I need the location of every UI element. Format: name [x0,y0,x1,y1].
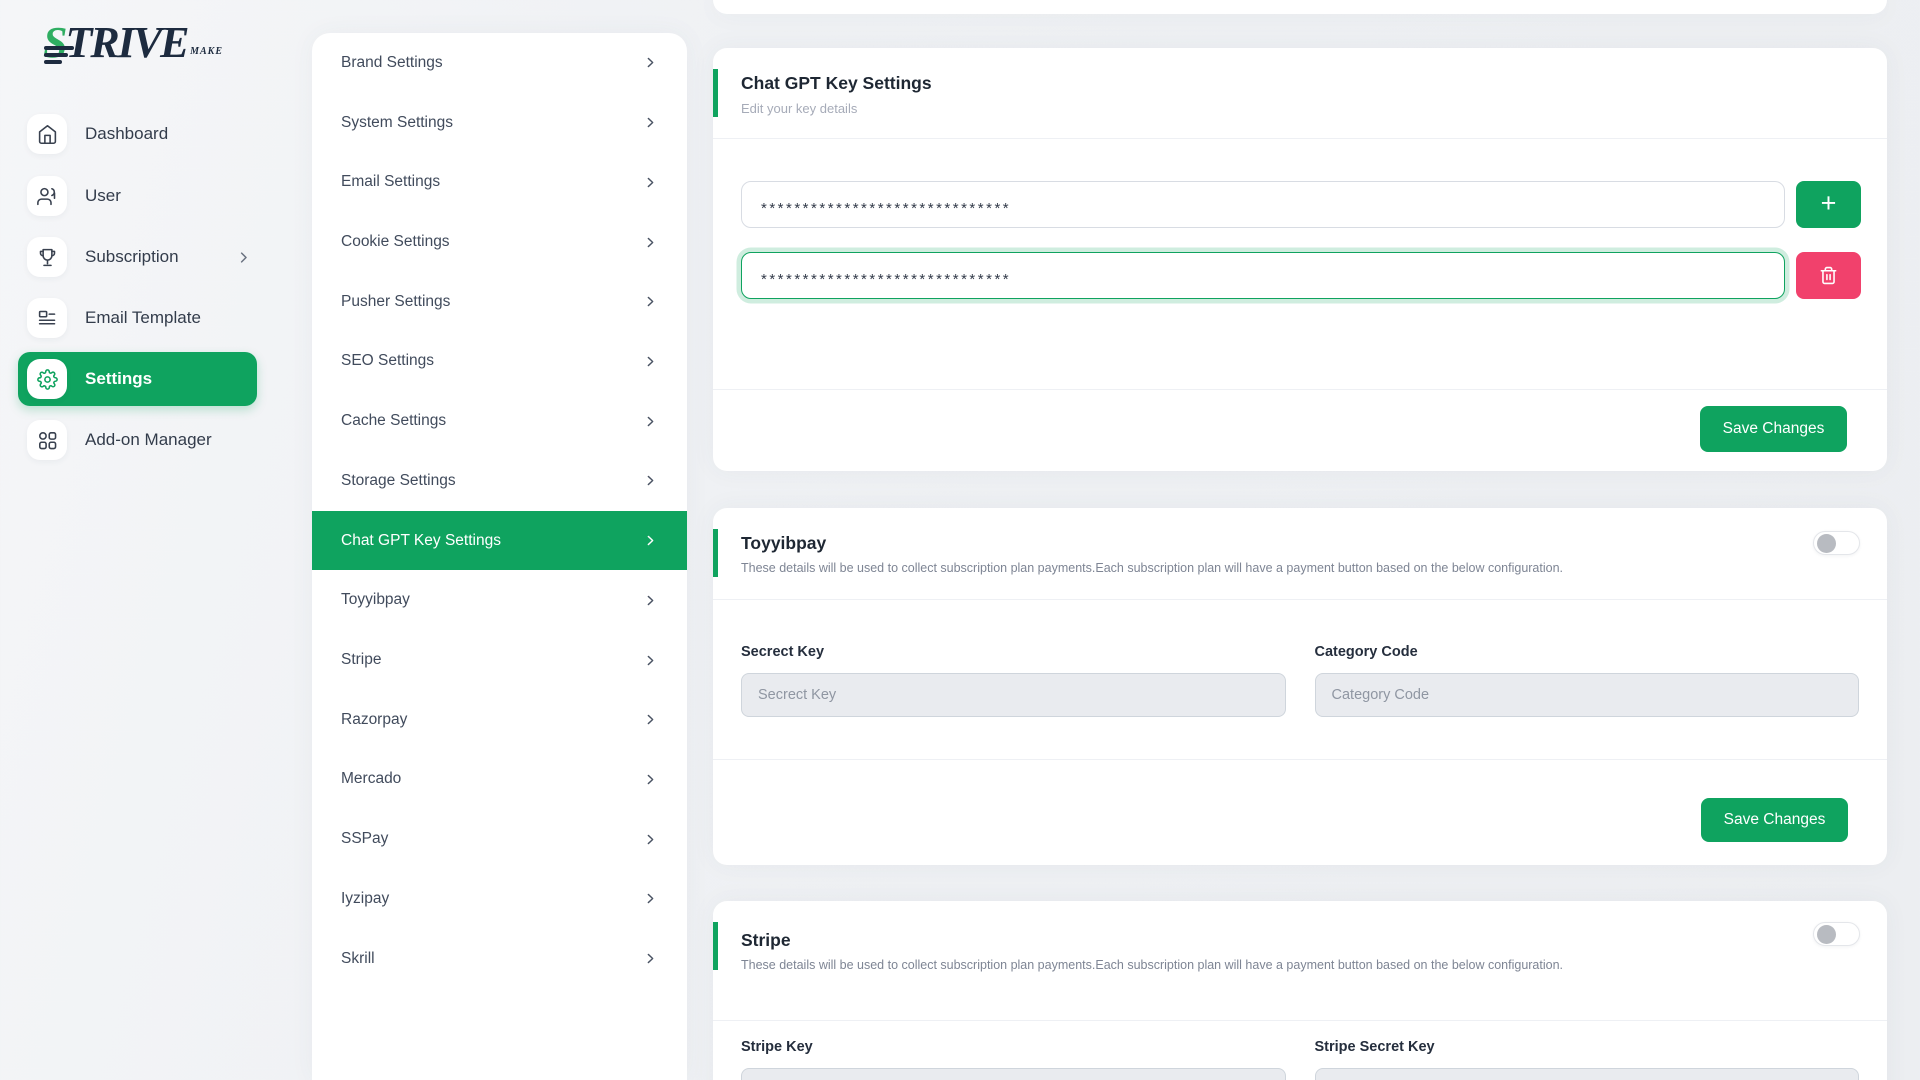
chevron-right-icon [644,952,657,965]
users-icon [27,176,67,216]
template-icon [27,298,67,338]
save-changes-button[interactable]: Save Changes [1701,798,1848,842]
home-icon [27,114,67,154]
logo-text: TRIVE [65,18,187,67]
chevron-right-icon [644,713,657,726]
menu-item-skrill[interactable]: Skrill [312,929,687,989]
grid-icon [27,420,67,460]
field-label: Stripe Secret Key [1315,1039,1860,1055]
trash-icon [1819,266,1838,285]
chevron-right-icon [644,295,657,308]
chevron-right-icon [644,415,657,428]
card-description: These details will be used to collect su… [741,561,1856,575]
field-label: Secrect Key [741,644,1286,660]
api-key-input-2[interactable] [741,252,1785,299]
chatgpt-key-settings-card: Chat GPT Key Settings Edit your key deta… [713,48,1887,471]
api-key-row [741,252,1861,299]
menu-item-cache-settings[interactable]: Cache Settings [312,391,687,451]
toggle-knob [1817,925,1836,944]
logo-tagline: MAKE [190,25,223,79]
menu-item-email-settings[interactable]: Email Settings [312,152,687,212]
delete-key-button[interactable] [1796,252,1861,299]
divider [713,389,1887,390]
chevron-right-icon [644,176,657,189]
menu-item-sspay[interactable]: SSPay [312,809,687,869]
gear-icon [27,359,67,399]
card-accent-bar [713,922,718,970]
toyyibpay-toggle[interactable] [1813,531,1860,555]
sidebar-item-label: Subscription [85,247,179,267]
card-description: These details will be used to collect su… [741,958,1856,972]
logo-stripe [44,53,68,57]
sidebar-item-label: Settings [85,369,152,389]
sidebar-item-dashboard[interactable]: Dashboard [0,103,287,165]
toyyibpay-card: Toyyibpay These details will be used to … [713,508,1887,865]
chevron-right-icon [644,892,657,905]
trophy-icon [27,237,67,277]
card-title: Chat GPT Key Settings [741,73,1856,94]
chevron-right-icon [644,56,657,69]
logo-stripe [44,60,62,64]
chevron-right-icon [644,773,657,786]
menu-item-mercado[interactable]: Mercado [312,750,687,810]
previous-card-remnant [713,0,1887,14]
chevron-right-icon [644,236,657,249]
stripe-card: Stripe These details will be used to col… [713,901,1887,1080]
menu-item-seo-settings[interactable]: SEO Settings [312,332,687,392]
sidebar-item-label: Dashboard [85,124,168,144]
divider [713,138,1887,139]
brand-logo[interactable]: STRIVE MAKE [43,16,225,74]
menu-item-cookie-settings[interactable]: Cookie Settings [312,212,687,272]
sidebar-item-email-template[interactable]: Email Template [0,287,287,349]
stripe-key-input[interactable] [741,1068,1286,1080]
category-code-input[interactable] [1315,673,1860,717]
menu-item-chat-gpt-key-settings[interactable]: Chat GPT Key Settings [312,511,687,571]
sidebar: STRIVE MAKE Dashboard User Subscription [0,0,287,1080]
sidebar-item-addon-manager[interactable]: Add-on Manager [0,409,287,471]
card-accent-bar [713,69,718,117]
chevron-right-icon [644,116,657,129]
sidebar-item-subscription[interactable]: Subscription [0,226,287,288]
card-title: Toyyibpay [741,533,1856,554]
secret-key-input[interactable] [741,673,1286,717]
sidebar-item-user[interactable]: User [0,165,287,227]
menu-item-pusher-settings[interactable]: Pusher Settings [312,272,687,332]
api-key-row: + [741,181,1861,228]
menu-item-brand-settings[interactable]: Brand Settings [312,33,687,93]
chevron-right-icon [644,355,657,368]
save-changes-button[interactable]: Save Changes [1700,406,1847,452]
menu-item-storage-settings[interactable]: Storage Settings [312,451,687,511]
divider [713,1020,1887,1021]
menu-item-stripe[interactable]: Stripe [312,630,687,690]
chevron-right-icon [236,250,251,265]
divider [713,759,1887,760]
logo-stripe [44,46,74,50]
sidebar-item-label: Add-on Manager [85,430,212,450]
api-key-input-1[interactable] [741,181,1785,228]
card-title: Stripe [741,930,1856,951]
sidebar-item-settings[interactable]: Settings [18,352,257,406]
menu-item-iyzipay[interactable]: Iyzipay [312,869,687,929]
chevron-right-icon [644,534,657,547]
card-subtitle: Edit your key details [741,101,1856,116]
main-content: Chat GPT Key Settings Edit your key deta… [713,0,1887,1080]
add-key-button[interactable]: + [1796,181,1861,228]
stripe-toggle[interactable] [1813,922,1860,946]
toggle-knob [1817,534,1836,553]
card-accent-bar [713,529,718,577]
menu-item-razorpay[interactable]: Razorpay [312,690,687,750]
divider [713,599,1887,600]
field-label: Stripe Key [741,1039,1286,1055]
chevron-right-icon [644,474,657,487]
sidebar-item-label: User [85,186,121,206]
chevron-right-icon [644,654,657,667]
chevron-right-icon [644,833,657,846]
settings-menu-panel: Brand Settings System Settings Email Set… [312,33,687,1080]
menu-item-system-settings[interactable]: System Settings [312,93,687,153]
menu-item-toyyibpay[interactable]: Toyyibpay [312,570,687,630]
field-label: Category Code [1315,644,1860,660]
chevron-right-icon [644,594,657,607]
sidebar-item-label: Email Template [85,308,201,328]
stripe-secret-key-input[interactable] [1315,1068,1860,1080]
